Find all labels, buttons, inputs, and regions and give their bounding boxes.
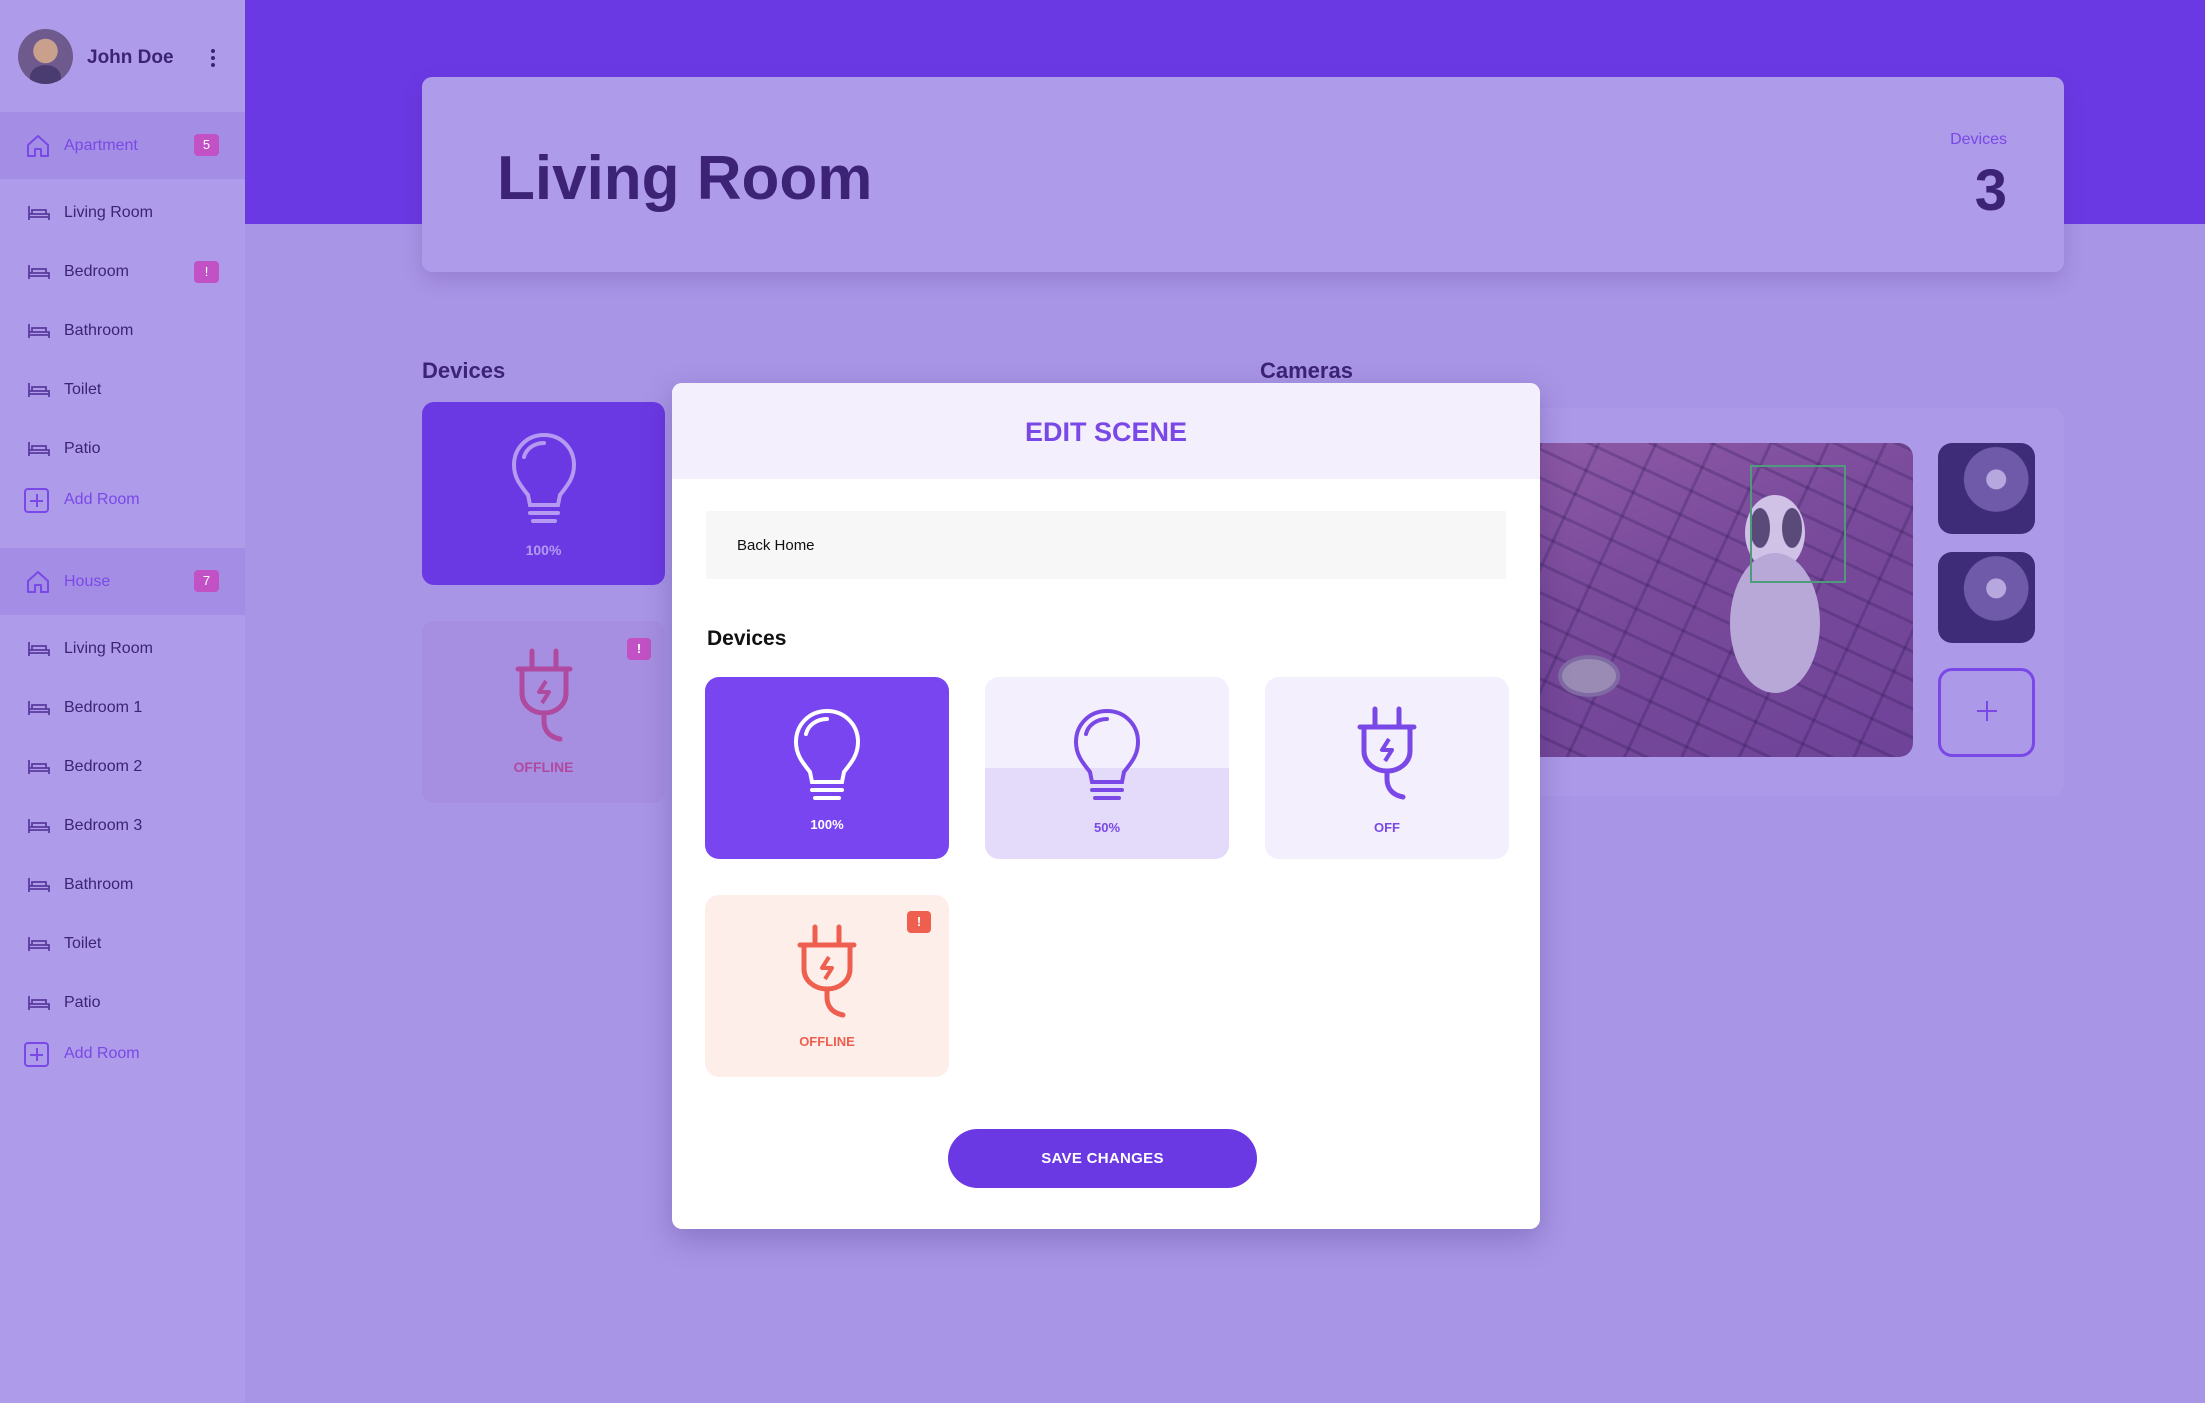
sidebar-item-label: Bedroom 1	[64, 699, 143, 716]
modal-title: EDIT SCENE	[1024, 417, 1188, 447]
scene-name-input[interactable]	[706, 511, 1506, 579]
devices-count: 3	[1974, 158, 2007, 223]
bed-icon	[28, 324, 50, 338]
sidebar-item-patio[interactable]: Patio	[0, 429, 245, 469]
sidebar-item-label: Living Room	[64, 640, 153, 657]
sidebar-item-label: Bathroom	[64, 876, 134, 893]
bed-icon	[28, 996, 50, 1010]
sidebar-group-apartment[interactable]: Apartment 5	[0, 112, 245, 179]
plug-icon	[1357, 706, 1417, 800]
camera-feed-main[interactable]	[1520, 443, 1913, 757]
device-status: 100%	[810, 817, 844, 832]
plug-icon	[797, 924, 857, 1018]
sidebar-item-living-room[interactable]: Living Room	[0, 629, 245, 669]
plug-icon	[515, 648, 573, 742]
detection-box	[1750, 465, 1846, 583]
sidebar-item-toilet[interactable]: Toilet	[0, 924, 245, 964]
device-status: OFFLINE	[799, 1034, 855, 1049]
modal-devices-title: Devices	[707, 627, 787, 650]
sidebar-item-toilet[interactable]: Toilet	[0, 370, 245, 410]
devices-count-label: Devices	[1950, 131, 2007, 148]
home-icon	[27, 571, 49, 593]
sidebar-item-label: Bedroom 2	[64, 758, 143, 775]
sidebar-item-label: Living Room	[64, 204, 153, 221]
bed-icon	[28, 937, 50, 951]
device-card-light[interactable]: 100%	[422, 402, 665, 585]
sidebar-item-bathroom[interactable]: Bathroom	[0, 311, 245, 351]
alert-badge: !	[194, 261, 219, 283]
sidebar-group-label: Apartment	[64, 137, 138, 154]
bed-icon	[28, 642, 50, 656]
sidebar-item-label: Bedroom	[64, 263, 129, 280]
sidebar-item-bathroom[interactable]: Bathroom	[0, 865, 245, 905]
alert-badge: !	[627, 638, 651, 660]
lightbulb-icon	[1073, 708, 1141, 800]
sidebar-item-label: Toilet	[64, 381, 102, 398]
device-status: OFFLINE	[513, 759, 574, 775]
save-changes-button[interactable]: SAVE CHANGES	[948, 1129, 1257, 1188]
user-profile: John Doe	[0, 0, 245, 112]
edit-scene-modal: EDIT SCENE Devices 100% 50% OFF	[672, 383, 1540, 1229]
lightbulb-icon	[511, 432, 577, 523]
avatar[interactable]	[18, 29, 73, 84]
add-room-button[interactable]: Add Room	[0, 480, 245, 520]
room-header-card: Living Room Devices 3	[422, 77, 2064, 272]
count-badge: 5	[194, 134, 219, 156]
lightbulb-icon	[793, 708, 861, 800]
more-options-icon[interactable]	[208, 49, 218, 69]
bed-icon	[28, 760, 50, 774]
bed-icon	[28, 206, 50, 220]
plus-icon	[1977, 701, 1997, 721]
sidebar-item-patio[interactable]: Patio	[0, 983, 245, 1023]
sidebar-item-bedroom-2[interactable]: Bedroom 2	[0, 747, 245, 787]
sidebar-item-bedroom-1[interactable]: Bedroom 1	[0, 688, 245, 728]
sidebar-item-bedroom-3[interactable]: Bedroom 3	[0, 806, 245, 846]
sidebar-group-house[interactable]: House 7	[0, 548, 245, 615]
camera-thumbnail[interactable]	[1938, 552, 2035, 643]
add-camera-button[interactable]	[1938, 668, 2035, 757]
scene-device-light-100[interactable]: 100%	[705, 677, 949, 859]
alert-badge: !	[907, 911, 931, 933]
sidebar-item-bedroom[interactable]: Bedroom !	[0, 252, 245, 292]
scene-device-plug-offline[interactable]: ! OFFLINE	[705, 895, 949, 1077]
scene-device-light-50[interactable]: 50%	[985, 677, 1229, 859]
add-room-label: Add Room	[64, 1045, 140, 1062]
modal-header: EDIT SCENE	[672, 383, 1540, 479]
device-card-plug[interactable]: ! OFFLINE	[422, 621, 665, 803]
device-status: OFF	[1374, 820, 1400, 835]
home-icon	[27, 135, 49, 157]
device-status: 100%	[525, 542, 562, 558]
add-room-button[interactable]: Add Room	[0, 1034, 245, 1074]
sidebar-item-label: Patio	[64, 440, 101, 457]
add-room-label: Add Room	[64, 491, 140, 508]
camera-image	[1520, 443, 1913, 757]
plus-square-icon	[24, 1042, 49, 1067]
user-name: John Doe	[87, 47, 174, 68]
plus-square-icon	[24, 488, 49, 513]
sidebar-item-label: Toilet	[64, 935, 102, 952]
bed-icon	[28, 819, 50, 833]
scene-device-plug-off[interactable]: OFF	[1265, 677, 1509, 859]
sidebar-item-label: Bathroom	[64, 322, 134, 339]
page-title: Living Room	[497, 144, 873, 213]
devices-section-title: Devices	[422, 358, 506, 383]
sidebar-group-label: House	[64, 573, 111, 590]
bed-icon	[28, 265, 50, 279]
cameras-section-title: Cameras	[1260, 358, 1353, 383]
bed-icon	[28, 701, 50, 715]
sidebar: John Doe Apartment 5 Living Room Bedroom…	[0, 0, 245, 1403]
sidebar-item-label: Bedroom 3	[64, 817, 143, 834]
camera-thumbnail[interactable]	[1938, 443, 2035, 534]
device-status: 50%	[1093, 820, 1121, 835]
sidebar-item-label: Patio	[64, 994, 101, 1011]
bed-icon	[28, 442, 50, 456]
count-badge: 7	[194, 570, 219, 592]
bed-icon	[28, 383, 50, 397]
bowl-image	[1558, 655, 1620, 697]
bed-icon	[28, 878, 50, 892]
sidebar-item-living-room[interactable]: Living Room	[0, 193, 245, 233]
